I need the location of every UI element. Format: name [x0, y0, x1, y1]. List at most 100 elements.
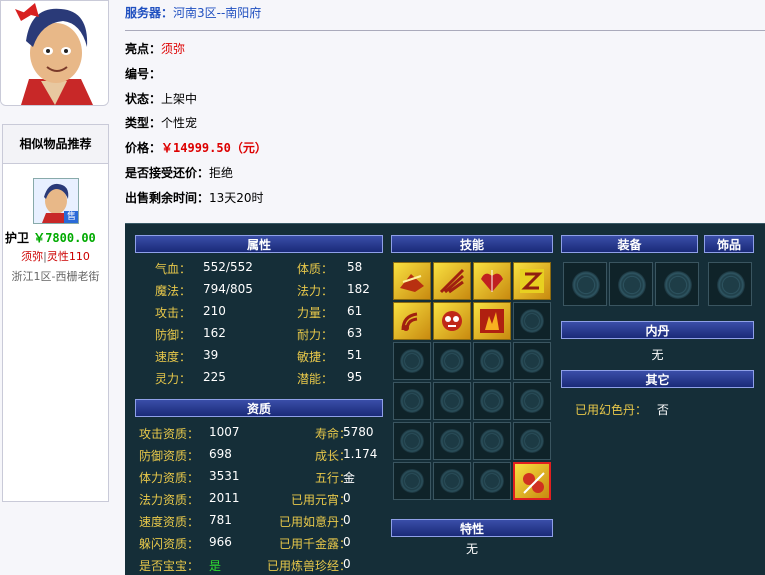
other-label: 已用幻色丹： — [575, 403, 648, 417]
status-label: 状态： — [125, 92, 162, 106]
attr-value: 58 — [347, 260, 363, 274]
aptitude-value: 0 — [343, 491, 351, 505]
pet-avatar — [0, 0, 109, 106]
empty-skill-slot — [393, 422, 431, 460]
aptitude-label: 已用炼兽珍经： — [266, 559, 351, 573]
aptitude-value: 1007 — [209, 425, 240, 439]
remaining-time-row: 出售剩余时间：13天20时 — [125, 189, 264, 206]
similar-items-title: 相似物品推荐 — [3, 125, 108, 164]
attr-label: 气血： — [155, 262, 192, 276]
skill-slot[interactable] — [433, 302, 471, 340]
similar-item-tag: 灵性110 — [46, 250, 90, 263]
empty-skill-slot — [513, 302, 551, 340]
attr-value: 225 — [203, 370, 226, 384]
empty-skill-slot — [393, 342, 431, 380]
aptitude-label: 已用元宵： — [290, 493, 351, 507]
empty-skill-slot — [473, 462, 511, 500]
empty-skill-slot — [513, 342, 551, 380]
server-line: 服务器：河南3区--南阳府 — [125, 4, 261, 21]
attr-label: 灵力： — [155, 372, 192, 386]
attr-label: 魔法： — [155, 284, 192, 298]
remaining-time-value: 13天20时 — [209, 191, 264, 205]
empty-skill-slot — [513, 422, 551, 460]
skill-slot[interactable] — [393, 262, 431, 300]
type-row: 类型：个性宠 — [125, 114, 197, 131]
attr-value: 182 — [347, 282, 370, 296]
other-row: 已用幻色丹： 否 — [575, 401, 669, 418]
type-label: 类型： — [125, 116, 162, 130]
inner-core-header: 内丹 — [561, 321, 754, 339]
attr-label: 速度： — [155, 350, 192, 364]
attr-value: 162 — [203, 326, 226, 340]
bargain-value: 拒绝 — [209, 166, 234, 180]
equipment-slot[interactable] — [655, 262, 699, 306]
aptitude-header: 资质 — [135, 399, 383, 417]
aptitude-value: 0 — [343, 535, 351, 549]
empty-skill-slot — [513, 382, 551, 420]
equipment-slot[interactable] — [609, 262, 653, 306]
equipment-slot[interactable] — [563, 262, 607, 306]
aptitude-value: 0 — [343, 557, 351, 571]
accessory-slot[interactable] — [708, 262, 752, 306]
attr-label: 法力： — [297, 284, 334, 298]
aptitude-value: 是 — [209, 559, 222, 573]
aptitude-value: 5780 — [343, 425, 374, 439]
similar-item-tags: 须弥|灵性110 — [3, 248, 108, 264]
aptitude-label: 已用如意丹： — [278, 515, 351, 529]
type-value: 个性宠 — [161, 116, 198, 130]
attr-value: 39 — [203, 348, 219, 362]
similar-item-server: 浙江1区-西栅老街 — [11, 270, 100, 283]
status-row: 状态：上架中 — [125, 90, 197, 107]
id-row: 编号： — [125, 65, 161, 82]
skill-slot[interactable] — [473, 302, 511, 340]
traits-value: 无 — [465, 542, 478, 556]
attr-value: 51 — [347, 348, 363, 362]
skill-slot[interactable] — [473, 262, 511, 300]
highlight-row: 亮点：须弥 — [125, 40, 185, 57]
price-row: 价格：￥14999.50（元） — [125, 139, 267, 156]
aptitude-value: 3531 — [209, 469, 240, 483]
aptitude-label: 法力资质： — [139, 493, 200, 507]
attr-label: 防御： — [155, 328, 192, 342]
similar-items-panel: 相似物品推荐 售 护卫 ￥7800.00 须弥|灵性110 浙江1区-西栅老街 — [2, 124, 109, 502]
pet-detail-panel: 属性 气血： 552/552 体质： 58 魔法： 794/805 法力： 182… — [125, 223, 765, 575]
similar-item-name-line[interactable]: 护卫 ￥7800.00 — [5, 229, 96, 246]
bargain-row: 是否接受还价：拒绝 — [125, 164, 233, 181]
empty-skill-slot — [473, 342, 511, 380]
traits-header: 特性 — [391, 519, 553, 537]
other-value: 否 — [656, 403, 669, 417]
attr-value: 552/552 — [203, 260, 253, 274]
status-value: 上架中 — [161, 92, 198, 106]
attr-value: 63 — [347, 326, 363, 340]
id-label: 编号： — [125, 67, 162, 81]
attr-label: 耐力： — [297, 328, 334, 342]
empty-skill-slot — [473, 422, 511, 460]
similar-item-tag: 须弥 — [21, 250, 44, 263]
empty-skill-slot — [433, 342, 471, 380]
empty-skill-slot — [433, 422, 471, 460]
inner-core-value: 无 — [651, 348, 664, 362]
similar-item-thumbnail[interactable]: 售 — [33, 178, 79, 224]
attr-label: 攻击： — [155, 306, 192, 320]
skill-slot[interactable] — [513, 462, 551, 500]
attr-label: 力量： — [297, 306, 334, 320]
bargain-label: 是否接受还价： — [125, 166, 210, 180]
attr-label: 潜能： — [297, 372, 334, 386]
aptitude-value: 0 — [343, 513, 351, 527]
aptitude-label: 已用千金露： — [278, 537, 351, 551]
price-label: 价格： — [125, 141, 162, 155]
attributes-header: 属性 — [135, 235, 383, 253]
similar-item-name[interactable]: 护卫 — [5, 231, 29, 245]
empty-skill-slot — [433, 462, 471, 500]
skill-slot[interactable] — [433, 262, 471, 300]
empty-skill-slot — [393, 462, 431, 500]
highlight-value: 须弥 — [161, 42, 186, 56]
aptitude-label: 是否宝宝： — [139, 559, 200, 573]
skill-slot[interactable] — [513, 262, 551, 300]
aptitude-value: 698 — [209, 447, 232, 461]
skill-slot[interactable] — [393, 302, 431, 340]
server-label: 服务器： — [125, 6, 174, 20]
empty-skill-slot — [393, 382, 431, 420]
empty-skill-slot — [473, 382, 511, 420]
attr-value: 61 — [347, 304, 363, 318]
